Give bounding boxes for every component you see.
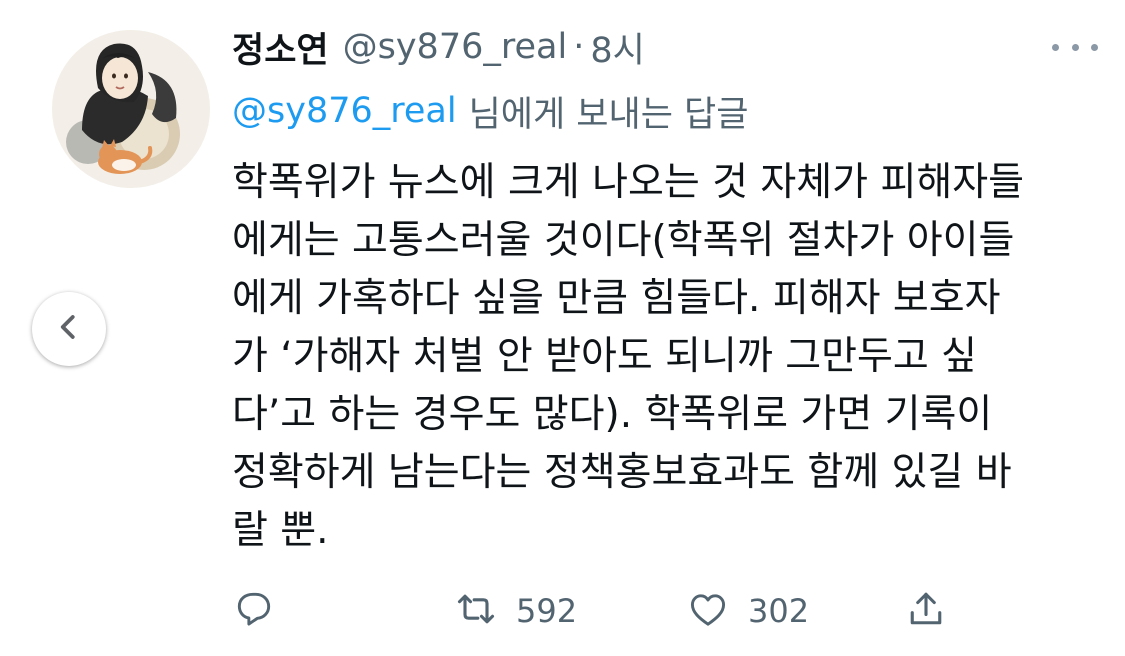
avatar-illustration	[52, 30, 210, 188]
share-button[interactable]	[904, 586, 948, 636]
chevron-left-icon	[54, 312, 84, 346]
tweet-text-line: 학폭위가 뉴스에 크게 나오는 것 자체가 피해자들	[232, 160, 1024, 205]
tweet-text-line: 정확하게 남는다는 정책홍보효과도 함께 있길 바	[232, 450, 1012, 495]
retweet-icon	[454, 587, 498, 635]
share-icon	[904, 587, 948, 635]
tweet-header: 정소연 @sy876_real · 8시	[232, 22, 645, 72]
more-dot-icon	[1071, 43, 1079, 51]
reply-context: @sy876_real 님에게 보내는 답글	[232, 86, 748, 136]
more-options-button[interactable]	[1052, 36, 1098, 58]
tweet-text-line: 랄 뿐.	[232, 508, 329, 553]
reply-to-suffix: 님에게 보내는 답글	[468, 94, 749, 135]
retweet-count: 592	[516, 592, 578, 630]
reply-to-handle[interactable]: @sy876_real	[232, 91, 457, 131]
avatar[interactable]	[52, 30, 210, 188]
header-separator: ·	[573, 27, 585, 67]
previous-image-button[interactable]	[32, 292, 106, 366]
reply-button[interactable]	[232, 586, 276, 636]
tweet-text-line: 에게 가혹하다 싶을 만큼 힘들다. 피해자 보호자	[232, 276, 1001, 321]
like-button[interactable]: 302	[686, 586, 809, 636]
reply-icon	[232, 587, 276, 635]
retweet-button[interactable]: 592	[454, 586, 577, 636]
display-name[interactable]: 정소연	[232, 22, 329, 73]
tweet-text-line: 다’고 하는 경우도 많다). 학폭위로 가면 기록이	[232, 392, 993, 437]
more-dot-icon	[1052, 43, 1059, 51]
heart-icon	[686, 587, 730, 635]
timestamp[interactable]: 8시	[590, 22, 644, 73]
tweet-text-line: 가 ‘가해자 처벌 안 받아도 되니까 그만두고 싶	[232, 334, 978, 379]
like-count: 302	[748, 592, 810, 630]
tweet-text-line: 에게는 고통스러울 것이다(학폭위 절차가 아이들	[232, 218, 1015, 263]
tweet-actions: 592 302	[232, 586, 1032, 636]
tweet-text: 학폭위가 뉴스에 크게 나오는 것 자체가 피해자들 에게는 고통스러울 것이다…	[232, 154, 1112, 560]
more-dot-icon	[1091, 43, 1098, 51]
user-handle[interactable]: @sy876_real	[343, 27, 568, 67]
